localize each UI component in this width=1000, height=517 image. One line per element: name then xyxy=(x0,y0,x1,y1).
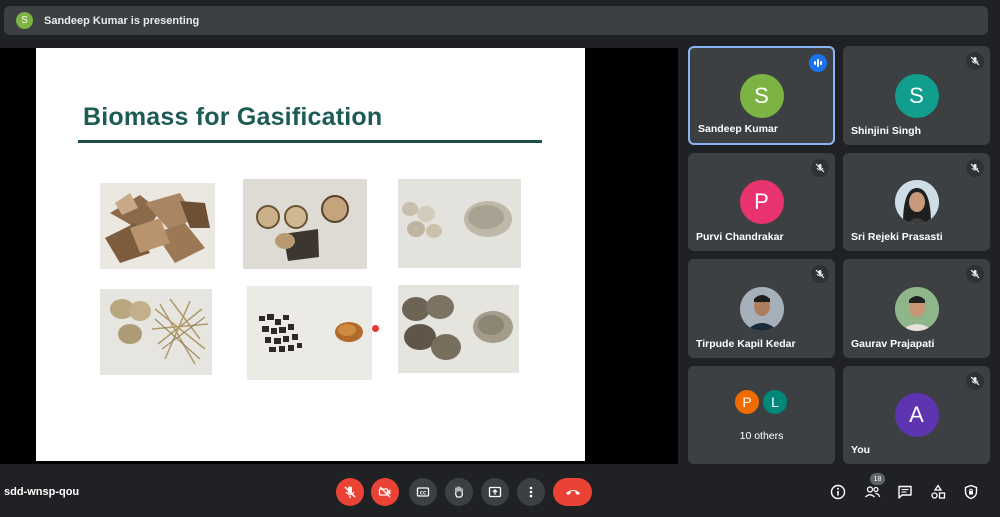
people-count-badge: 18 xyxy=(870,473,885,485)
mic-off-icon xyxy=(811,159,829,177)
activities-icon xyxy=(931,484,946,499)
slide-title: Biomass for Gasification xyxy=(83,103,383,131)
leave-call-button[interactable] xyxy=(553,478,592,506)
meeting-code: sdd-wnsp-qou xyxy=(4,486,80,498)
presentation-stage[interactable]: Biomass for Gasification xyxy=(0,48,678,464)
mic-off-icon xyxy=(966,159,984,177)
profile-photo xyxy=(739,286,784,331)
mic-off-icon xyxy=(966,52,984,70)
avatar: A xyxy=(894,393,939,437)
camera-toggle-button[interactable] xyxy=(371,478,399,506)
participant-tile-gaurav-prajapati[interactable]: Gaurav Prajapati xyxy=(843,259,990,358)
biomass-photo-pellets-powder xyxy=(398,179,521,268)
mic-off-icon xyxy=(966,265,984,283)
chat-icon xyxy=(898,485,912,499)
chat-button[interactable] xyxy=(894,481,916,503)
captions-button[interactable]: CC xyxy=(409,478,437,506)
svg-text:CC: CC xyxy=(420,490,427,496)
biomass-photo-charcoal xyxy=(247,286,372,380)
activities-button[interactable] xyxy=(927,481,949,503)
info-icon xyxy=(830,484,846,500)
biomass-photo-briquettes-powder xyxy=(398,285,519,373)
participant-tile-sri-rejeki-prasasti[interactable]: Sri Rejeki Prasasti xyxy=(843,153,990,251)
people-icon xyxy=(864,486,880,498)
presenting-text: Sandeep Kumar is presenting xyxy=(44,14,200,27)
others-label: 10 others xyxy=(739,430,784,442)
hang-up-icon xyxy=(565,490,580,495)
mic-toggle-button[interactable] xyxy=(336,478,364,506)
participant-name: Gaurav Prajapati xyxy=(851,338,935,350)
avatar: P xyxy=(739,180,784,224)
participant-name: Purvi Chandrakar xyxy=(696,231,784,243)
biomass-photo-wood-chips xyxy=(100,183,215,269)
others-avatar-2: L xyxy=(761,388,789,416)
participant-tile-shinjini-singh[interactable]: S Shinjini Singh xyxy=(843,46,990,145)
more-icon xyxy=(529,486,533,498)
present-icon xyxy=(488,486,502,498)
participant-name: Tirpude Kapil Kedar xyxy=(696,338,796,350)
mic-off-icon xyxy=(966,372,984,390)
slide: Biomass for Gasification xyxy=(36,48,585,461)
avatar: S xyxy=(894,73,939,118)
laser-pointer-icon xyxy=(371,324,380,333)
profile-photo xyxy=(894,180,939,224)
participant-name: Shinjini Singh xyxy=(851,125,921,137)
biomass-photo-wood-logs xyxy=(243,179,367,269)
raise-hand-icon xyxy=(455,486,463,498)
present-now-button[interactable] xyxy=(481,478,509,506)
participant-tile-purvi-chandrakar[interactable]: P Purvi Chandrakar xyxy=(688,153,835,251)
raise-hand-button[interactable] xyxy=(445,478,473,506)
participant-name: You xyxy=(851,444,871,456)
mic-off-icon xyxy=(811,265,829,283)
captions-icon: CC xyxy=(416,487,430,497)
profile-photo xyxy=(894,286,939,331)
participant-tile-others[interactable]: P L 10 others xyxy=(688,366,835,464)
mic-off-icon xyxy=(344,486,356,498)
participant-tile-tirpude-kapil-kedar[interactable]: Tirpude Kapil Kedar xyxy=(688,259,835,358)
slide-title-rule xyxy=(78,140,542,143)
presenting-banner: S Sandeep Kumar is presenting xyxy=(4,6,988,35)
more-options-button[interactable] xyxy=(517,478,545,506)
host-controls-button[interactable] xyxy=(960,481,982,503)
camera-off-icon xyxy=(378,486,391,498)
presenter-avatar: S xyxy=(16,12,33,29)
host-controls-icon xyxy=(964,484,978,500)
speaking-indicator-icon xyxy=(809,54,827,72)
participant-name: Sandeep Kumar xyxy=(698,123,778,135)
participant-tile-you[interactable]: A You xyxy=(843,366,990,464)
participant-name: Sri Rejeki Prasasti xyxy=(851,231,943,243)
meeting-details-button[interactable] xyxy=(827,481,849,503)
others-avatar-1: P xyxy=(733,388,761,416)
biomass-photo-straw-briquettes xyxy=(100,289,212,375)
avatar: S xyxy=(739,73,784,118)
participant-tile-sandeep-kumar[interactable]: S Sandeep Kumar xyxy=(688,46,835,145)
